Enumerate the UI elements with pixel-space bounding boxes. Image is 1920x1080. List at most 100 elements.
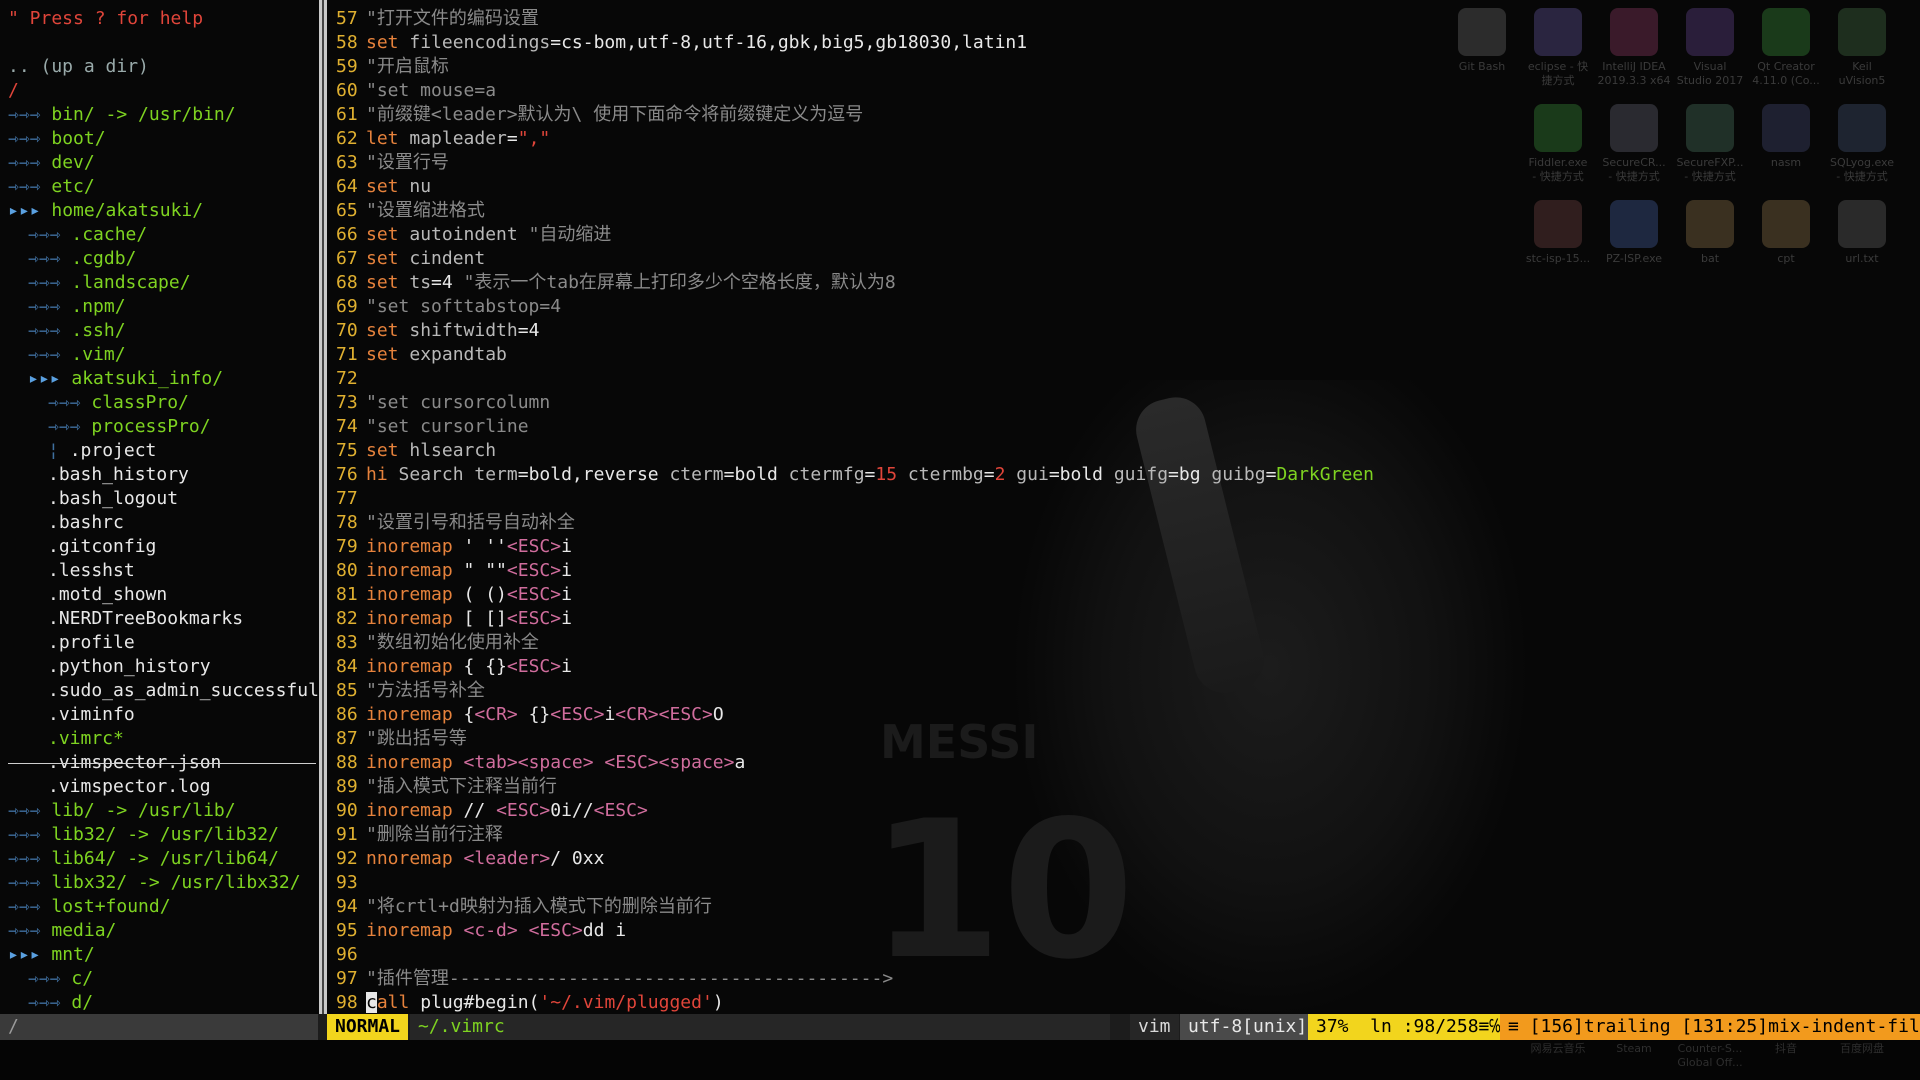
- code-line[interactable]: 88 inoremap <tab><space> <ESC><space>a: [336, 751, 745, 775]
- nerdtree-entry[interactable]: ⇾⇾⇾ bin/ -> /usr/bin/: [8, 103, 236, 127]
- nerdtree-pane[interactable]: " Press ? for help .. (up a dir) / ⇾⇾⇾ b…: [0, 0, 319, 1013]
- nerdtree-entry[interactable]: ⇾⇾⇾ .cache/: [28, 223, 147, 247]
- code-line[interactable]: 73 "set cursorcolumn: [336, 391, 550, 415]
- code-line[interactable]: 76 hi Search term=bold,reverse cterm=bold…: [336, 463, 1374, 487]
- nerdtree-root[interactable]: /: [8, 79, 19, 103]
- code-line[interactable]: 98 call plug#begin('~/.vim/plugged'): [336, 991, 724, 1015]
- nerdtree-entry[interactable]: .viminfo: [48, 703, 135, 727]
- closed-dir-arrow-icon: ⇾⇾⇾: [8, 800, 52, 821]
- code-line[interactable]: 84 inoremap { {}<ESC>i: [336, 655, 572, 679]
- nerdtree-entry[interactable]: .profile: [48, 631, 135, 655]
- code-line[interactable]: 93: [336, 871, 366, 895]
- nerdtree-entry[interactable]: ⇾⇾⇾ .vim/: [28, 343, 126, 367]
- nerdtree-entry[interactable]: ⇾⇾⇾ dev/: [8, 151, 95, 175]
- code-line[interactable]: 58 set fileencodings=cs-bom,utf-8,utf-16,…: [336, 31, 1027, 55]
- code-line[interactable]: 68 set ts=4 "表示一个tab在屏幕上打印多少个空格长度，默认为8: [336, 271, 896, 295]
- nerdtree-entry[interactable]: ⇾⇾⇾ libx32/ -> /usr/libx32/: [8, 871, 301, 895]
- split-bar-line: [322, 0, 324, 1014]
- nerdtree-entry[interactable]: .motd_shown: [48, 583, 167, 607]
- code-line[interactable]: 85 "方法括号补全: [336, 679, 485, 703]
- code-line[interactable]: 63 "设置行号: [336, 151, 449, 175]
- nerdtree-entry[interactable]: ▸▸▸ home/akatsuki/: [8, 199, 203, 223]
- code-line[interactable]: 81 inoremap ( ()<ESC>i: [336, 583, 572, 607]
- nerdtree-entry[interactable]: .NERDTreeBookmarks: [48, 607, 243, 631]
- code-token: =cs-bom,utf-8,utf-16,gbk,big5,gb18030,la…: [550, 32, 1028, 53]
- code-line[interactable]: 87 "跳出括号等: [336, 727, 467, 751]
- nerdtree-entry[interactable]: .bashrc: [48, 511, 124, 535]
- code-line[interactable]: 83 "数组初始化使用补全: [336, 631, 539, 655]
- code-line[interactable]: 77: [336, 487, 366, 511]
- code-line[interactable]: 82 inoremap [ []<ESC>i: [336, 607, 572, 631]
- nerdtree-entry[interactable]: ⇾⇾⇾ .ssh/: [28, 319, 126, 343]
- code-line[interactable]: 67 set cindent: [336, 247, 485, 271]
- nerdtree-entry[interactable]: .bash_logout: [48, 487, 178, 511]
- code-line[interactable]: 72: [336, 367, 366, 391]
- code-line[interactable]: 57 "打开文件的编码设置: [336, 7, 539, 31]
- code-line[interactable]: 78 "设置引号和括号自动补全: [336, 511, 575, 535]
- nerdtree-entry[interactable]: ▸▸▸ mnt/: [8, 943, 95, 967]
- code-text: "数组初始化使用补全: [366, 632, 539, 653]
- nerdtree-entry[interactable]: ▸▸▸ akatsuki_info/: [28, 367, 223, 391]
- code-line[interactable]: 59 "开启鼠标: [336, 55, 449, 79]
- code-line[interactable]: 86 inoremap {<CR> {}<ESC>i<CR><ESC>O: [336, 703, 724, 727]
- code-line[interactable]: 74 "set cursorline: [336, 415, 529, 439]
- code-token: guifg: [1113, 464, 1169, 485]
- nerdtree-entry-label: media/: [51, 920, 117, 941]
- baidu-netdisk-icon: 百度网盘: [1840, 1042, 1884, 1055]
- code-line[interactable]: 79 inoremap ' ''<ESC>i: [336, 535, 572, 559]
- nerdtree-entry[interactable]: ⇾⇾⇾ d/: [28, 991, 93, 1015]
- editor-pane[interactable]: 57 "打开文件的编码设置 58 set fileencodings=cs-bom,u…: [330, 0, 1920, 1013]
- desktop-shortcut[interactable]: 百度网盘: [1824, 1042, 1900, 1056]
- nerdtree-entry[interactable]: .lesshst: [48, 559, 135, 583]
- code-line[interactable]: 89 "插入模式下注释当前行: [336, 775, 557, 799]
- code-line[interactable]: 66 set autoindent "自动缩进: [336, 223, 611, 247]
- code-line[interactable]: 69 "set softtabstop=4: [336, 295, 561, 319]
- code-line[interactable]: 75 set hlsearch: [336, 439, 496, 463]
- nerdtree-entry[interactable]: .gitconfig: [48, 535, 156, 559]
- code-line[interactable]: 97 "插件管理---------------------------------…: [336, 967, 893, 991]
- code-line[interactable]: 71 set expandtab: [336, 343, 507, 367]
- code-line[interactable]: 70 set shiftwidth=4: [336, 319, 539, 343]
- code-line[interactable]: 91 "删除当前行注释: [336, 823, 503, 847]
- desktop-shortcut[interactable]: 网易云音乐: [1520, 1042, 1596, 1056]
- nerdtree-entry[interactable]: .bash_history: [48, 463, 189, 487]
- nerdtree-entry[interactable]: ⇾⇾⇾ boot/: [8, 127, 106, 151]
- code-token: set: [366, 272, 410, 293]
- nerdtree-entry[interactable]: ⇾⇾⇾ .cgdb/: [28, 247, 136, 271]
- nerdtree-entry-label: .profile: [48, 632, 135, 653]
- nerdtree-entry[interactable]: ⇾⇾⇾ lib32/ -> /usr/lib32/: [8, 823, 279, 847]
- desktop-shortcut[interactable]: Steam: [1596, 1042, 1672, 1056]
- code-line[interactable]: 64 set nu: [336, 175, 431, 199]
- nerdtree-up-dir[interactable]: .. (up a dir): [8, 55, 149, 79]
- nerdtree-entry-label: lost+found/: [51, 896, 171, 917]
- nerdtree-entry[interactable]: ⇾⇾⇾ c/: [28, 967, 93, 991]
- nerdtree-entry[interactable]: .python_history: [48, 655, 211, 679]
- nerdtree-entry[interactable]: ⇾⇾⇾ lost+found/: [8, 895, 171, 919]
- nerdtree-entry[interactable]: ⇾⇾⇾ etc/: [8, 175, 95, 199]
- code-line[interactable]: 65 "设置缩进格式: [336, 199, 485, 223]
- desktop-shortcut[interactable]: 抖音: [1748, 1042, 1824, 1056]
- code-line[interactable]: 62 let mapleader=",": [336, 127, 550, 151]
- desktop-shortcut[interactable]: Counter-S... Global Off...: [1672, 1042, 1748, 1070]
- code-token: =bold,reverse: [517, 464, 670, 485]
- nerdtree-entry[interactable]: ⇾⇾⇾ lib/ -> /usr/lib/: [8, 799, 236, 823]
- code-line[interactable]: 60 "set mouse=a: [336, 79, 496, 103]
- nerdtree-entry[interactable]: ⇾⇾⇾ .npm/: [28, 295, 126, 319]
- nerdtree-entry[interactable]: .sudo_as_admin_successful: [48, 679, 319, 703]
- nerdtree-entry[interactable]: ¦ .project: [48, 439, 156, 463]
- code-line[interactable]: 95 inoremap <c-d> <ESC>dd i: [336, 919, 626, 943]
- code-line[interactable]: 61 "前缀键<leader>默认为\ 使用下面命令将前缀键定义为逗号: [336, 103, 863, 127]
- code-line[interactable]: 80 inoremap " ""<ESC>i: [336, 559, 572, 583]
- nerdtree-entry[interactable]: ⇾⇾⇾ processPro/: [48, 415, 211, 439]
- nerdtree-entry[interactable]: .vimspector.log: [48, 775, 211, 799]
- code-line[interactable]: 96: [336, 943, 366, 967]
- code-token: "set cursorline: [366, 416, 529, 437]
- nerdtree-entry[interactable]: ⇾⇾⇾ lib64/ -> /usr/lib64/: [8, 847, 279, 871]
- code-line[interactable]: 94 "将crtl+d映射为插入模式下的删除当前行: [336, 895, 712, 919]
- nerdtree-entry[interactable]: ⇾⇾⇾ .landscape/: [28, 271, 191, 295]
- nerdtree-entry[interactable]: ⇾⇾⇾ classPro/: [48, 391, 189, 415]
- nerdtree-entry[interactable]: ⇾⇾⇾ media/: [8, 919, 116, 943]
- vertical-split-bar[interactable]: [319, 0, 327, 1014]
- code-line[interactable]: 90 inoremap // <ESC>0i//<ESC>: [336, 799, 648, 823]
- code-line[interactable]: 92 nnoremap <leader>/ 0xx: [336, 847, 604, 871]
